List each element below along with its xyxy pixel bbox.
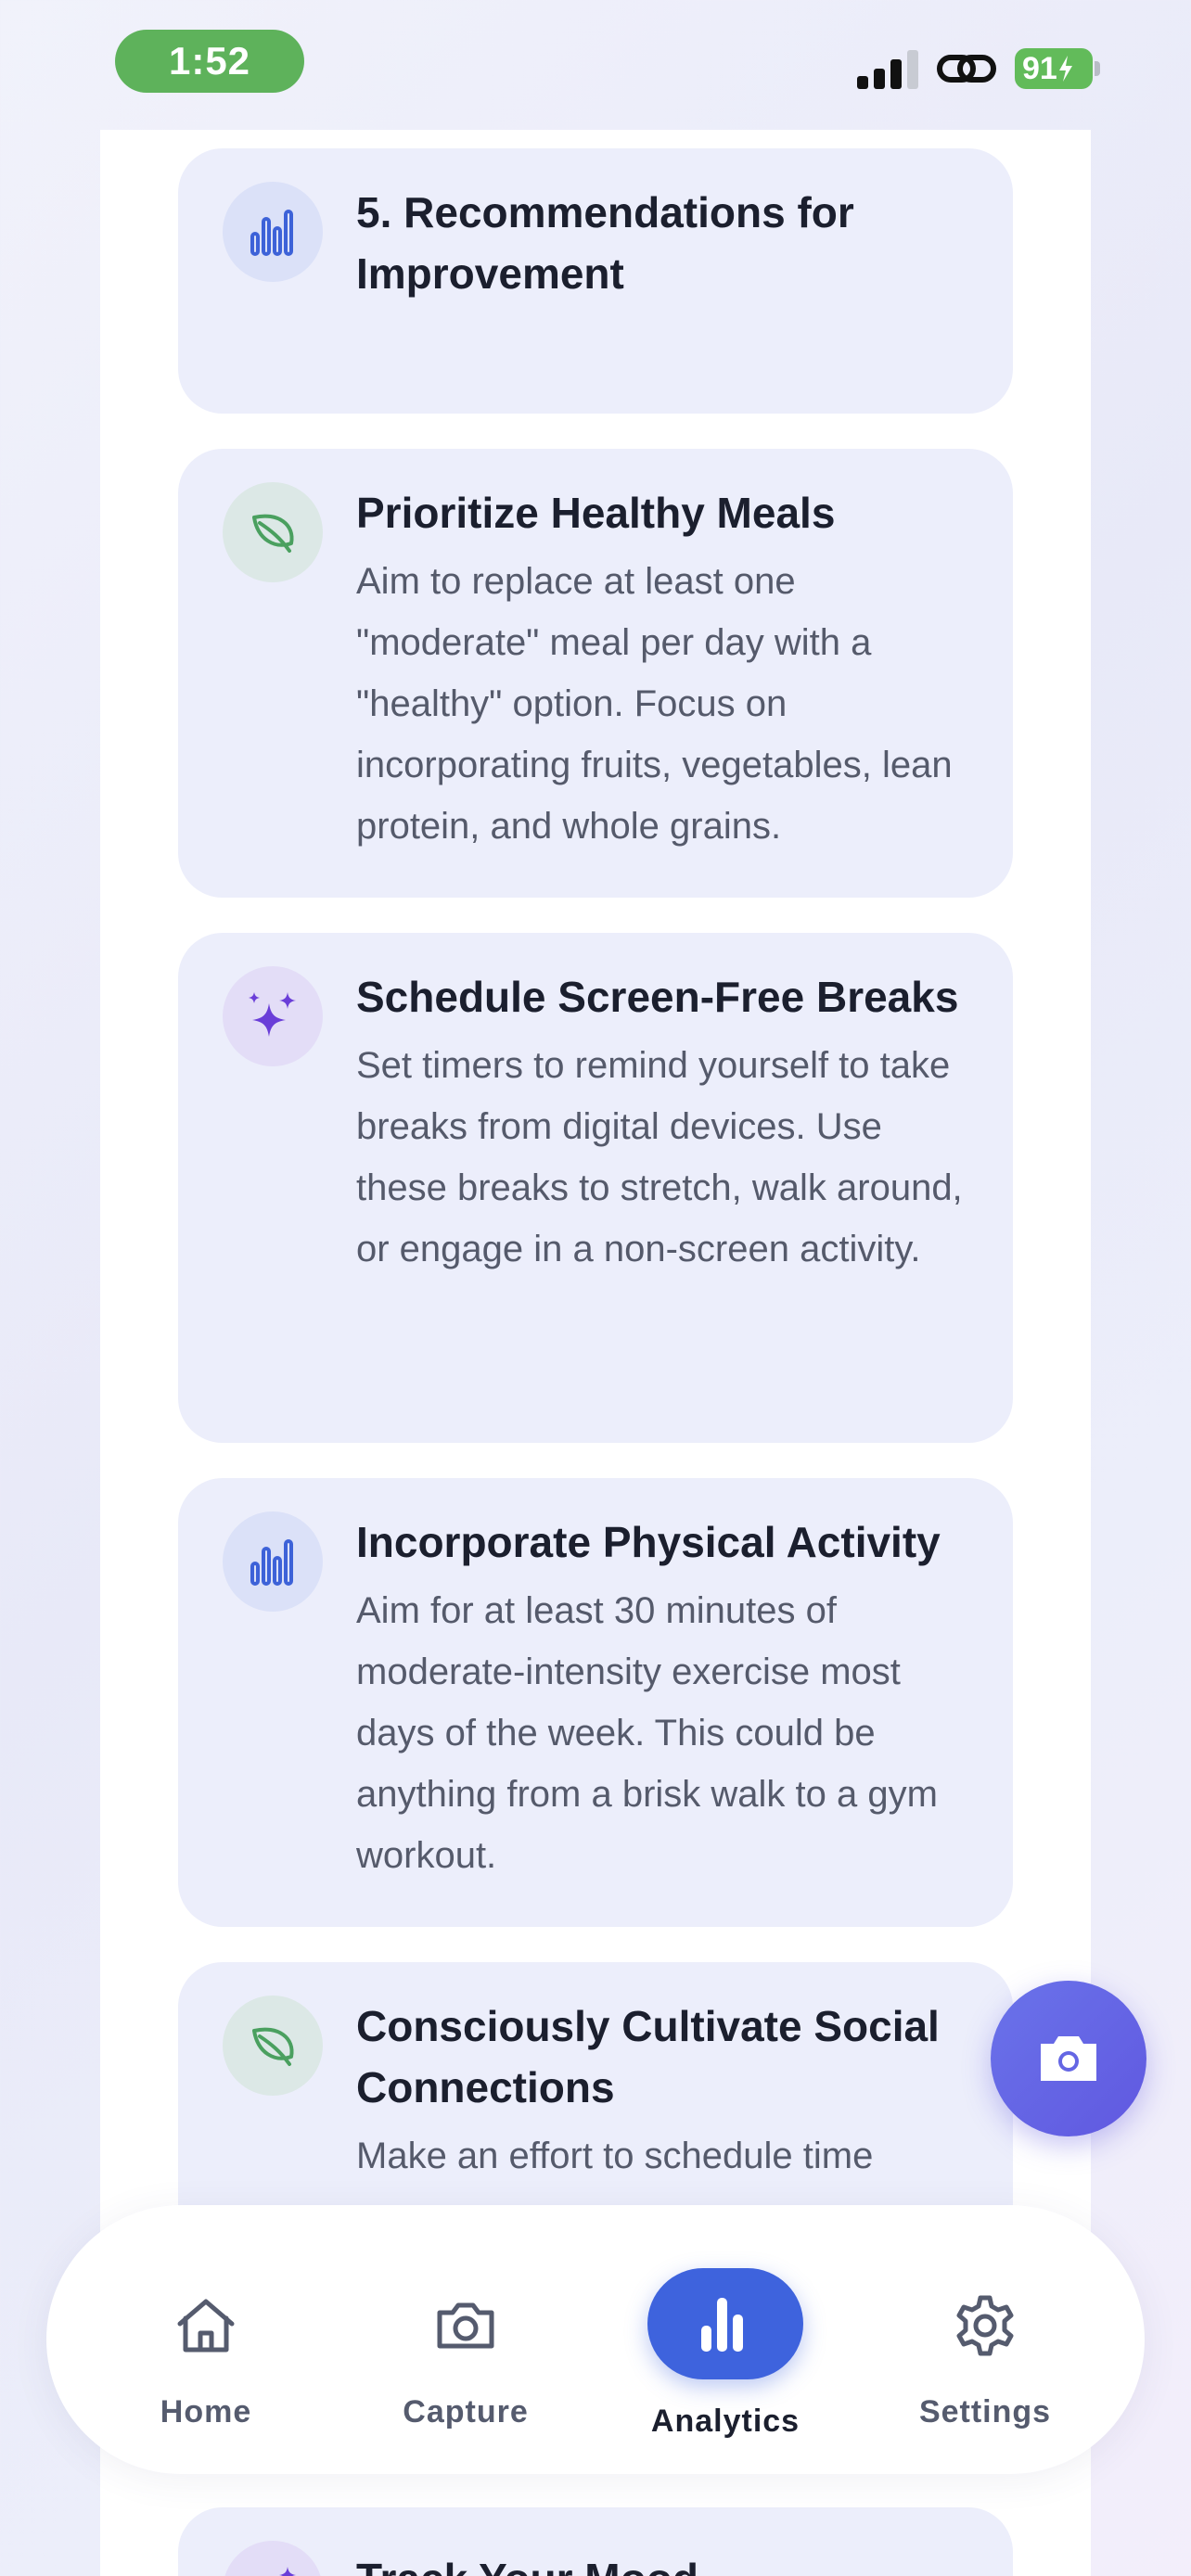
- tab-label: Home: [160, 2394, 252, 2429]
- recommendation-card-physical-activity: Incorporate Physical Activity Aim for at…: [178, 1478, 1013, 1927]
- analytics-icon: [647, 2268, 803, 2379]
- card-title: Schedule Screen-Free Breaks: [356, 973, 959, 1021]
- home-icon: [169, 2289, 243, 2363]
- tab-capture[interactable]: Capture: [354, 2205, 577, 2474]
- gear-icon: [948, 2289, 1022, 2363]
- sparkles-icon: [223, 966, 323, 1066]
- recommendations-header-card: 5. Recommendations for Improvement: [178, 148, 1013, 414]
- tab-settings[interactable]: Settings: [874, 2205, 1096, 2474]
- battery-indicator: 91: [1015, 48, 1093, 89]
- card-title: Incorporate Physical Activity: [356, 1518, 941, 1566]
- camera-fab-button[interactable]: [991, 1981, 1146, 2136]
- recommendation-card-track-mood: Track Your Mood: [178, 2507, 1013, 2576]
- battery-level: 91: [1022, 50, 1057, 86]
- card-title: Prioritize Healthy Meals: [356, 489, 836, 537]
- camera-icon: [1041, 2036, 1096, 2081]
- leaf-icon: [223, 482, 323, 582]
- charging-bolt-icon: [1058, 56, 1072, 82]
- tab-analytics[interactable]: Analytics: [614, 2205, 837, 2474]
- card-body: Make an effort to schedule time: [356, 2136, 874, 2176]
- recommendation-card-healthy-meals: Prioritize Healthy Meals Aim to replace …: [178, 449, 1013, 898]
- tab-label: Analytics: [650, 2404, 800, 2439]
- battery-cap: [1095, 61, 1100, 76]
- card-title: Track Your Mood: [356, 2548, 1013, 2576]
- bottom-tab-bar: Home Capture Analytics Settings: [46, 2205, 1145, 2474]
- card-title: 5. Recommendations for Improvement: [356, 188, 854, 298]
- status-time: 1:52: [115, 30, 304, 93]
- tab-label: Capture: [403, 2394, 529, 2429]
- tab-label: Settings: [918, 2394, 1052, 2429]
- bar-chart-icon: [223, 1511, 323, 1612]
- tab-home[interactable]: Home: [95, 2205, 317, 2474]
- camera-icon: [429, 2289, 503, 2363]
- sparkles-icon: [223, 2541, 323, 2576]
- card-body: Aim to replace at least one "moderate" m…: [356, 561, 953, 847]
- link-icon: [937, 55, 996, 83]
- bar-chart-icon: [223, 182, 323, 282]
- cellular-signal-icon: [857, 48, 918, 89]
- status-bar: 1:52 91: [0, 0, 1191, 130]
- recommendation-card-screen-free-breaks: Schedule Screen-Free Breaks Set timers t…: [178, 933, 1013, 1443]
- card-body: Aim for at least 30 minutes of moderate-…: [356, 1590, 938, 1876]
- leaf-icon: [223, 1996, 323, 2096]
- card-body: Set timers to remind yourself to take br…: [356, 1045, 963, 1269]
- card-title: Consciously Cultivate Social Connections: [356, 2002, 940, 2111]
